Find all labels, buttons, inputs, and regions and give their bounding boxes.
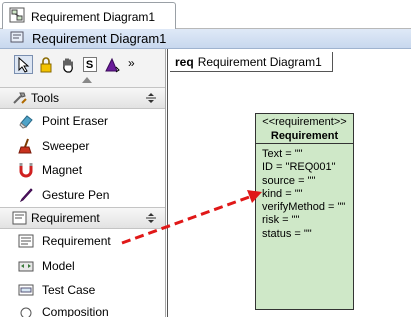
s-letter-icon: S xyxy=(82,57,97,72)
diagram-icon xyxy=(9,7,25,26)
tools-group-header[interactable]: Tools xyxy=(0,87,165,109)
requirement-attributes: Text = "" ID = "REQ001" source = "" kind… xyxy=(256,144,353,241)
palette-item-test-case[interactable]: Test Case xyxy=(0,278,165,303)
model-icon xyxy=(18,261,34,272)
document-tab-strip: Requirement Diagram1 xyxy=(0,0,411,30)
document-tab[interactable]: Requirement Diagram1 xyxy=(2,2,176,30)
attribute-text: Text = "" xyxy=(262,148,303,160)
diagram-title-bar: Requirement Diagram1 xyxy=(0,29,411,49)
palette-item-requirement[interactable]: Requirement xyxy=(0,229,165,254)
tools-group-label: Tools xyxy=(31,91,60,105)
tools-items: Point Eraser Sweeper Magnet Gesture Pen xyxy=(0,109,165,207)
requirement-group-icon xyxy=(12,211,27,225)
pointer-tool-button[interactable] xyxy=(14,55,33,74)
collapse-icon[interactable] xyxy=(145,212,157,224)
frame-name: Requirement Diagram1 xyxy=(197,54,322,69)
attribute-kind: kind = "" xyxy=(262,187,303,200)
tools-icon xyxy=(13,92,27,104)
expand-triangle-icon[interactable] xyxy=(82,77,92,83)
swimlane-tool-button[interactable]: S xyxy=(80,55,99,74)
diagram-type-icon xyxy=(10,30,24,47)
document-tab-label: Requirement Diagram1 xyxy=(31,9,156,24)
pen-icon xyxy=(19,188,33,202)
requirement-group-label: Requirement xyxy=(31,211,100,225)
requirement-icon xyxy=(18,234,34,248)
palette-item-label: Point Eraser xyxy=(42,114,109,129)
pan-tool-button[interactable] xyxy=(58,55,77,74)
frame-keyword: req xyxy=(175,54,194,69)
diagram-canvas[interactable]: req Requirement Diagram1 <<requirement>>… xyxy=(167,49,411,317)
composition-icon xyxy=(20,307,32,317)
requirement-items: Requirement Model Test Case Composition xyxy=(0,229,165,317)
attribute-risk: risk = "" xyxy=(262,214,300,227)
diagram-frame-header[interactable]: req Requirement Diagram1 xyxy=(170,52,333,72)
palette-item-label: Sweeper xyxy=(42,138,90,153)
diagram-title: Requirement Diagram1 xyxy=(32,31,167,46)
attribute-source: source = "" xyxy=(262,174,316,187)
palette-item-label: Composition xyxy=(42,304,109,317)
palette-item-label: Test Case xyxy=(42,283,96,298)
test-case-icon xyxy=(18,284,34,296)
palette-item-point-eraser[interactable]: Point Eraser xyxy=(0,109,165,134)
lock-icon xyxy=(40,56,51,72)
palette-item-gesture-pen[interactable]: Gesture Pen xyxy=(0,182,165,207)
palette-item-model[interactable]: Model xyxy=(0,253,165,278)
magnet-icon xyxy=(19,163,33,178)
sweeper-icon xyxy=(18,138,32,154)
requirement-element[interactable]: <<requirement>> Requirement Text = "" ID… xyxy=(255,113,354,310)
requirement-header: <<requirement>> Requirement xyxy=(256,114,353,144)
palette-item-label: Model xyxy=(42,258,75,273)
palette-toolbar: S » xyxy=(0,49,165,87)
requirement-group-header[interactable]: Requirement xyxy=(0,207,165,229)
lock-tool-button[interactable] xyxy=(36,55,55,74)
frame-border xyxy=(167,49,168,317)
requirement-name: Requirement xyxy=(270,130,339,142)
triangle-shape-icon xyxy=(104,57,120,72)
eraser-icon xyxy=(19,115,33,129)
palette-item-sweeper[interactable]: Sweeper xyxy=(0,133,165,158)
palette-item-label: Gesture Pen xyxy=(42,187,110,202)
requirement-stereotype: <<requirement>> xyxy=(262,116,347,128)
palette-item-magnet[interactable]: Magnet xyxy=(0,158,165,183)
palette-item-composition[interactable]: Composition xyxy=(0,302,165,317)
shape-tool-button[interactable] xyxy=(102,55,121,74)
palette: S » Tools Point Eraser Sweeper Magnet Ge… xyxy=(0,49,166,317)
pointer-icon xyxy=(18,56,29,73)
collapse-icon[interactable] xyxy=(145,92,157,104)
attribute-id: ID = "REQ001" xyxy=(262,161,336,174)
more-tools-button[interactable]: » xyxy=(128,55,135,71)
hand-icon xyxy=(62,57,73,73)
attribute-verify-method: verifyMethod = "" xyxy=(262,201,346,214)
attribute-status: status = "" xyxy=(262,227,312,240)
palette-item-label: Requirement xyxy=(42,234,111,249)
palette-item-label: Magnet xyxy=(42,163,83,178)
